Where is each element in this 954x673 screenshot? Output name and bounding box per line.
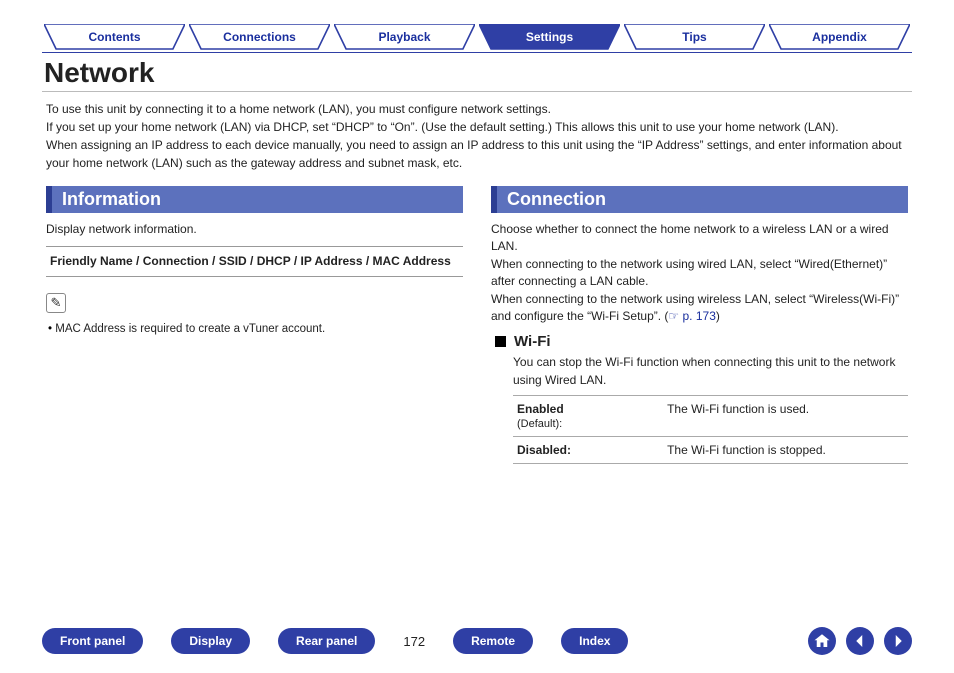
index-button[interactable]: Index [561,628,628,654]
tab-label: Playback [334,24,475,50]
divider [42,91,912,92]
tab-appendix[interactable]: Appendix [769,24,910,50]
section-header-connection: Connection [491,186,908,213]
content-columns: Information Display network information.… [42,186,912,464]
prev-page-icon[interactable] [846,627,874,655]
tab-label: Connections [189,24,330,50]
connection-desc: Choose whether to connect the home netwo… [491,221,908,325]
table-row: Enabled (Default): The Wi-Fi function is… [513,396,908,437]
table-row: Disabled: The Wi-Fi function is stopped. [513,437,908,464]
information-desc: Display network information. [46,221,463,238]
footer: Front panel Display Rear panel 172 Remot… [42,627,912,655]
wifi-subhead: Wi-Fi [495,333,908,350]
information-note: MAC Address is required to create a vTun… [48,323,463,335]
wifi-desc: You can stop the Wi-Fi function when con… [513,354,908,389]
home-icon[interactable] [808,627,836,655]
opt-sub: (Default): [517,418,562,430]
tab-playback[interactable]: Playback [334,24,475,50]
pencil-icon: ✎ [46,293,66,313]
opt-val: The Wi-Fi function is stopped. [663,437,908,464]
wifi-options-table: Enabled (Default): The Wi-Fi function is… [513,395,908,464]
tab-label: Tips [624,24,765,50]
page-ref-link[interactable]: ☞ p. 173 [668,308,715,325]
tab-label: Settings [479,24,620,50]
top-tabs: Contents Connections Playback Settings T… [42,24,912,50]
next-page-icon[interactable] [884,627,912,655]
page: Contents Connections Playback Settings T… [0,0,954,673]
page-ref[interactable]: ☞ p. 173 [668,308,715,325]
display-button[interactable]: Display [171,628,250,654]
opt-key: Disabled: [517,443,571,457]
opt-val: The Wi-Fi function is used. [663,396,908,437]
opt-key: Enabled [517,402,564,416]
nav-icons [808,627,912,655]
tab-label: Appendix [769,24,910,50]
tab-label: Contents [44,24,185,50]
col-connection: Connection Choose whether to connect the… [491,186,908,464]
square-bullet-icon [495,336,506,347]
page-number: 172 [403,634,425,649]
connection-desc-close: ) [716,309,720,323]
divider [42,52,912,53]
information-fields: Friendly Name / Connection / SSID / DHCP… [46,246,463,277]
remote-button[interactable]: Remote [453,628,533,654]
front-panel-button[interactable]: Front panel [42,628,143,654]
section-header-information: Information [46,186,463,213]
rear-panel-button[interactable]: Rear panel [278,628,375,654]
col-information: Information Display network information.… [46,186,463,464]
tab-settings[interactable]: Settings [479,24,620,50]
tab-connections[interactable]: Connections [189,24,330,50]
tab-tips[interactable]: Tips [624,24,765,50]
wifi-title: Wi-Fi [514,333,551,350]
intro-text: To use this unit by connecting it to a h… [46,100,908,172]
page-title: Network [44,57,912,89]
tab-contents[interactable]: Contents [44,24,185,50]
